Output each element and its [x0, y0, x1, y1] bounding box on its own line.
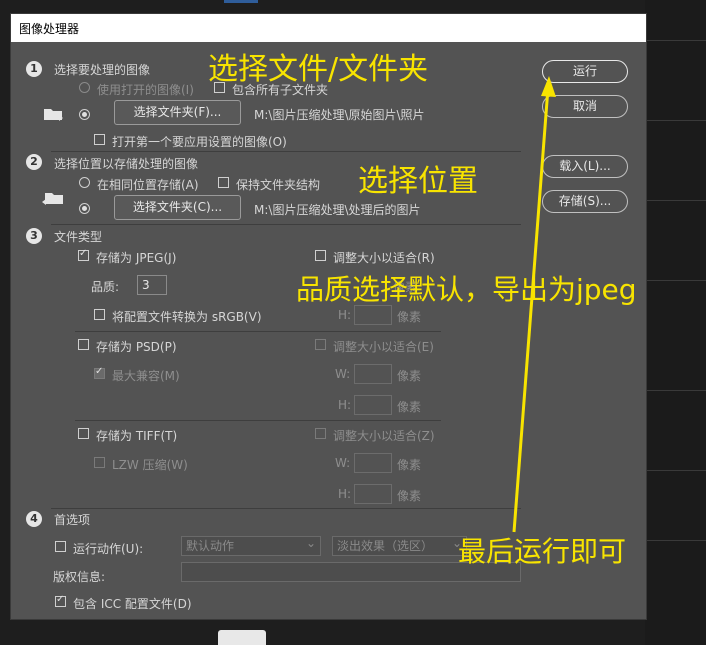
annotation-arrow: [512, 76, 556, 533]
